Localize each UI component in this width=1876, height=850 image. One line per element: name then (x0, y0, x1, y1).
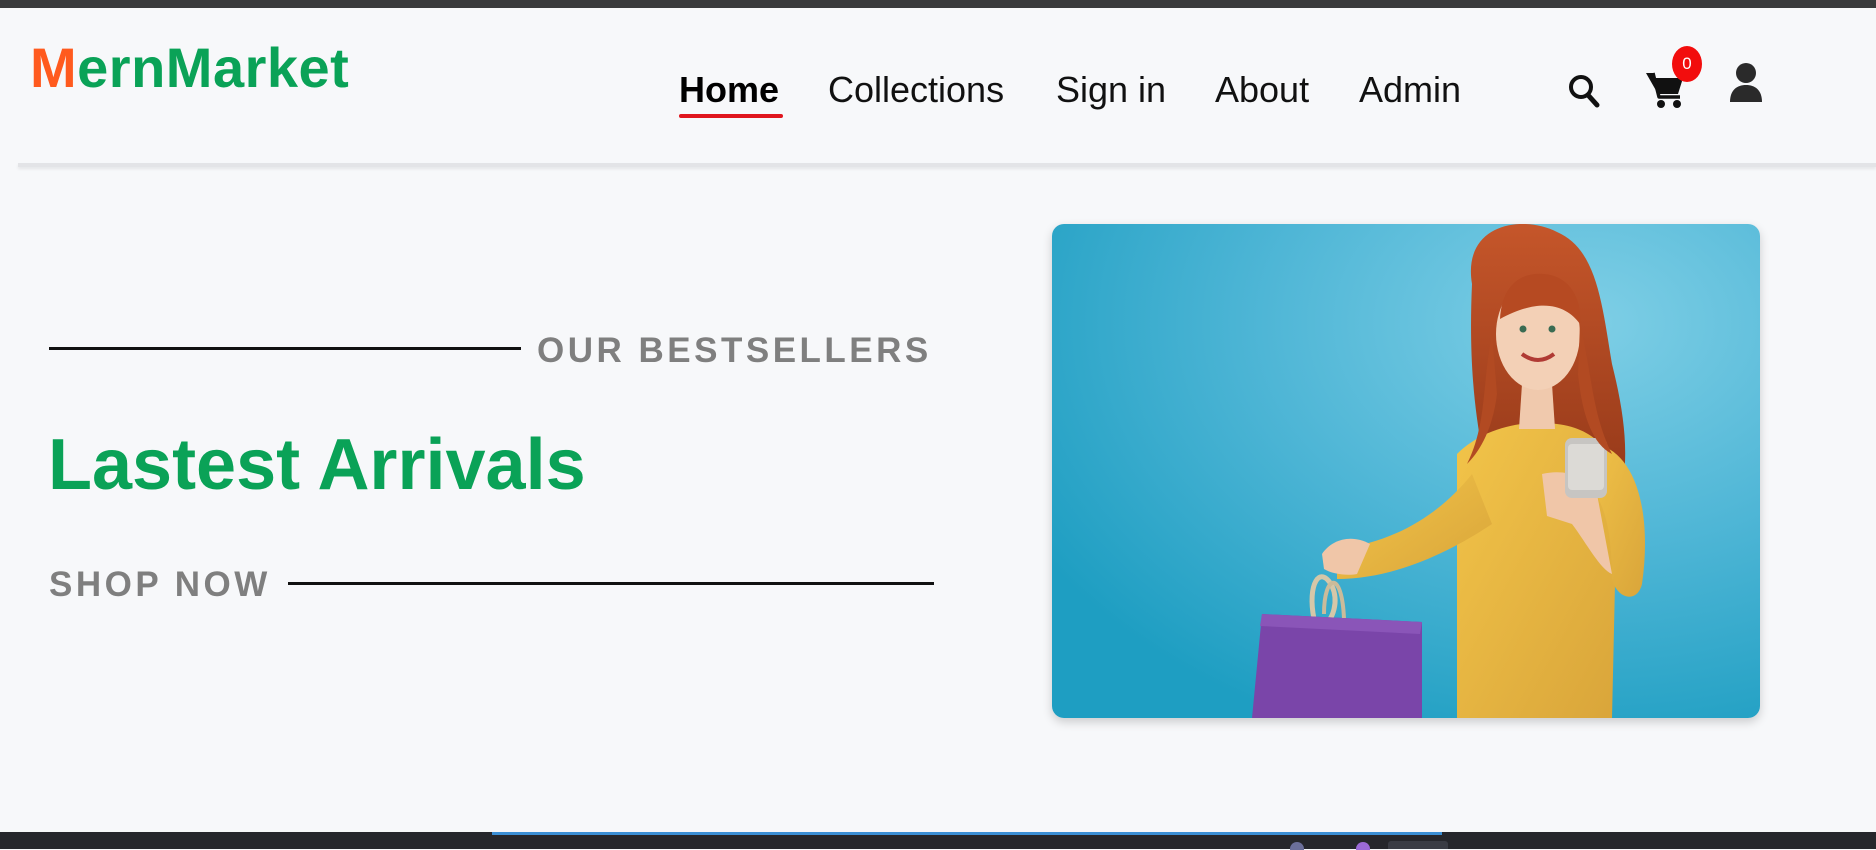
hero-eyebrow: OUR BESTSELLERS (537, 331, 932, 370)
nav-link-admin[interactable]: Admin (1359, 68, 1461, 111)
nav-active-underline (679, 114, 783, 118)
user-icon[interactable] (1728, 62, 1764, 109)
brand-logo-text: ernMarket (77, 36, 350, 99)
cta-rule (288, 582, 934, 585)
nav-link-collections[interactable]: Collections (828, 68, 1004, 111)
shop-now-link[interactable]: SHOP NOW (49, 564, 271, 606)
nav-link-about[interactable]: About (1215, 68, 1309, 111)
hero-image (1052, 224, 1760, 718)
site-header: MernMarket Home Collections Sign in Abou… (0, 8, 1876, 163)
brand-logo[interactable]: MernMarket (30, 40, 349, 96)
eyebrow-rule (49, 347, 521, 350)
hero-headline: Lastest Arrivals (48, 425, 586, 505)
taskbar-accent (492, 832, 1442, 835)
brand-logo-initial: M (30, 36, 78, 99)
search-icon[interactable] (1568, 74, 1600, 113)
nav-link-home[interactable]: Home (679, 68, 779, 111)
taskbar-strip (0, 832, 1876, 850)
nav-link-sign-in[interactable]: Sign in (1056, 68, 1166, 111)
browser-top-strip (0, 0, 1876, 8)
header-divider (18, 163, 1876, 167)
taskbar-tab[interactable] (1388, 841, 1448, 849)
cart-count-badge: 0 (1672, 46, 1702, 82)
